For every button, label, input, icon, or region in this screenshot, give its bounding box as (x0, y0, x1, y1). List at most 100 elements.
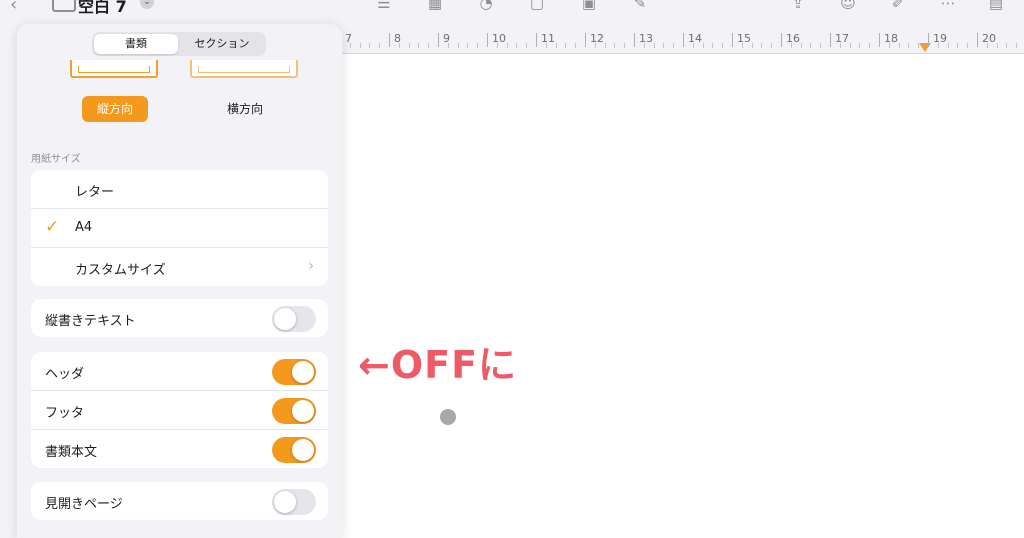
list-item[interactable]: レター (31, 170, 328, 209)
ruler-minor-tick (859, 43, 861, 48)
document-canvas[interactable] (340, 54, 1024, 538)
ruler-number: 7 (345, 32, 352, 45)
ruler-minor-tick (918, 43, 920, 48)
ruler-minor-tick (908, 43, 910, 48)
tab-section[interactable]: セクション (180, 34, 264, 54)
paper-size-a4-label: A4 (75, 220, 93, 235)
ruler-number: 17 (835, 32, 849, 45)
ruler-minor-tick (653, 43, 655, 48)
facing-pages-label: 見開きページ (45, 497, 123, 512)
ruler-minor-tick (937, 43, 939, 48)
footer-label: フッタ (45, 406, 85, 421)
ruler-major-tick (683, 33, 684, 47)
ruler-major-tick (928, 33, 929, 47)
ruler-major-tick (977, 33, 978, 47)
ruler-minor-tick (869, 43, 871, 48)
ruler-major-tick (732, 33, 733, 47)
document-body-row: 書類本文 (31, 430, 328, 468)
ruler-major-tick (585, 33, 586, 47)
list-item[interactable]: ✓ A4 (31, 209, 328, 248)
ruler-major-tick (879, 33, 880, 47)
ruler-minor-tick (702, 43, 704, 48)
ruler-number: 12 (590, 32, 604, 45)
ruler-number: 20 (982, 32, 996, 45)
ruler-minor-tick (996, 43, 998, 48)
ruler-major-tick (438, 33, 439, 47)
ruler-minor-tick (349, 43, 351, 48)
header-footer-group: ヘッダ フッタ 書類本文 (31, 352, 328, 468)
format-brush-icon[interactable]: ✐ (888, 0, 908, 12)
reader-icon[interactable]: ▤ (986, 0, 1006, 12)
ruler-minor-tick (888, 43, 890, 48)
ruler-minor-tick (604, 43, 606, 48)
ruler-minor-tick (986, 43, 988, 48)
tab-document[interactable]: 書類 (94, 34, 178, 54)
ruler-indent-marker[interactable] (919, 43, 931, 52)
ruler-major-tick (536, 33, 537, 47)
ruler-minor-tick (771, 43, 773, 48)
sidebar-icon[interactable] (52, 0, 76, 12)
ruler-minor-tick (614, 43, 616, 48)
ruler-minor-tick (379, 43, 381, 48)
ruler-minor-tick (359, 43, 361, 48)
ruler-major-tick (487, 33, 488, 47)
back-icon[interactable]: ‹ (10, 0, 17, 15)
document-body-label: 書類本文 (45, 445, 98, 460)
ruler-minor-tick (947, 43, 949, 48)
portrait-page-icon[interactable] (70, 60, 158, 78)
list-item[interactable]: カスタムサイズ › (31, 248, 328, 286)
vertical-text-label: 縦書きテキスト (45, 314, 136, 329)
ruler-number: 13 (639, 32, 653, 45)
ruler-minor-tick (898, 43, 900, 48)
ruler-minor-tick (467, 43, 469, 48)
share-icon[interactable]: ⇪ (788, 0, 808, 12)
ruler-number: 14 (688, 32, 702, 45)
ruler-minor-tick (663, 43, 665, 48)
media-icon[interactable]: ▣ (579, 0, 599, 12)
orientation-portrait-button[interactable]: 縦方向 (82, 96, 148, 122)
landscape-page-icon[interactable] (190, 60, 298, 78)
collaborate-icon[interactable]: ☺ (838, 0, 858, 12)
facing-pages-row: 見開きページ (31, 482, 328, 520)
ruler-minor-tick (369, 43, 371, 48)
ruler-minor-tick (1006, 43, 1008, 48)
footer-toggle[interactable] (272, 398, 316, 424)
top-toolbar: ‹ 空白 7 ⌄ ☰ ▦ ◔ ▢ ▣ ✎ ⇪ ☺ ✐ ⋯ ▤ (0, 0, 1024, 22)
list-icon[interactable]: ☰ (374, 0, 394, 12)
document-body-toggle[interactable] (272, 437, 316, 463)
title-chevron-down-icon[interactable]: ⌄ (140, 0, 154, 9)
facing-pages-toggle[interactable] (272, 489, 316, 515)
ruler-number: 9 (443, 32, 450, 45)
ruler-minor-tick (692, 43, 694, 48)
ruler-minor-tick (712, 43, 714, 48)
checkmark-icon: ✓ (45, 217, 60, 237)
paper-size-custom-label: カスタムサイズ (75, 263, 166, 278)
vertical-text-row: 縦書きテキスト (31, 299, 328, 337)
footer-row: フッタ (31, 391, 328, 430)
vertical-text-toggle[interactable] (272, 306, 316, 332)
ruler-minor-tick (506, 43, 508, 48)
paper-size-letter-label: レター (75, 185, 115, 200)
header-toggle[interactable] (272, 359, 316, 385)
ruler-minor-tick (967, 43, 969, 48)
ruler-number: 8 (394, 32, 401, 45)
ruler-major-tick (634, 33, 635, 47)
ruler-minor-tick (643, 43, 645, 48)
more-icon[interactable]: ⋯ (938, 0, 958, 12)
ruler-number: 10 (492, 32, 506, 45)
table-icon[interactable]: ▦ (425, 0, 445, 12)
ruler-minor-tick (526, 43, 528, 48)
chart-icon[interactable]: ◔ (476, 0, 496, 12)
orientation-landscape-button[interactable]: 横方向 (212, 96, 278, 122)
shape-icon[interactable]: ▢ (527, 0, 547, 12)
ruler-minor-tick (457, 43, 459, 48)
pen-icon[interactable]: ✎ (630, 0, 650, 12)
chevron-right-icon: › (308, 258, 314, 274)
paper-size-list: レター ✓ A4 カスタムサイズ › (31, 170, 328, 286)
ruler-minor-tick (496, 43, 498, 48)
ruler[interactable]: 7 8 9 10 11 12 13 14 15 16 17 18 19 20 (340, 23, 1024, 54)
ruler-major-tick (389, 33, 390, 47)
ruler-minor-tick (447, 43, 449, 48)
ruler-number: 19 (933, 32, 947, 45)
document-title[interactable]: 空白 7 (78, 0, 127, 17)
